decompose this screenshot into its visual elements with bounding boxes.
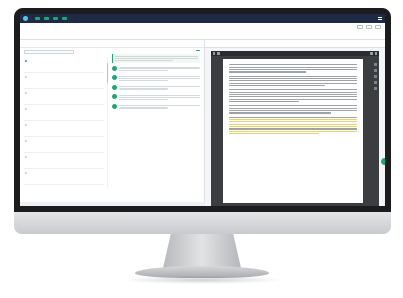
logo-icon[interactable] [23,16,28,21]
nav-item[interactable] [61,17,67,20]
comment-icon [112,93,117,99]
tool-icon[interactable] [374,75,377,78]
status-dot [25,60,28,63]
monitor-chin [14,212,391,234]
document-viewer [211,51,379,206]
page-header [20,23,385,40]
nav-badge [35,17,40,20]
download-icon[interactable] [370,52,373,55]
viewer-bar [211,51,379,56]
list-item[interactable] [24,73,104,89]
status-dot [25,108,28,111]
zoom-icon[interactable] [217,52,220,55]
comment-icon [112,66,117,72]
comment-item[interactable] [112,66,200,72]
scrollbar[interactable] [107,57,109,187]
status-bar [20,202,205,206]
detail-panel [112,50,200,113]
tool-icon[interactable] [374,81,377,84]
status-dot [25,156,28,159]
comment-icon [112,85,117,91]
list-item[interactable] [24,89,104,105]
comment-icon [112,74,117,80]
document-page[interactable] [223,59,363,203]
status-dot [25,92,28,95]
document-viewer-panel [205,40,385,206]
viewer-side-tools [373,63,378,90]
document-list [24,57,104,185]
comment-item[interactable] [112,104,200,110]
tool-icon[interactable] [374,63,377,66]
print-icon[interactable] [374,52,377,55]
nav-badge [44,17,49,20]
monitor-shadow [120,276,284,284]
list-item[interactable] [24,105,104,121]
list-item[interactable] [24,137,104,153]
top-nav-bar [20,14,385,23]
viewer-toolbar [205,40,385,48]
comment-item[interactable] [112,74,200,83]
search-input[interactable] [24,49,74,54]
status-badge [196,50,200,51]
header-button[interactable] [366,25,372,29]
tool-icon[interactable] [374,87,377,90]
highlight-block[interactable] [112,53,200,64]
menu-icon[interactable] [378,17,382,20]
list-item[interactable] [24,153,104,169]
scrollbar-thumb[interactable] [107,63,109,83]
nav-item[interactable] [52,17,58,20]
comment-item[interactable] [112,93,200,102]
tool-icon[interactable] [374,69,377,72]
status-dot [25,140,28,143]
comment-icon [112,104,117,110]
status-dot [25,124,28,127]
add-icon[interactable] [381,158,385,165]
nav-badge [53,17,58,20]
list-item[interactable] [24,57,104,73]
header-button[interactable] [357,25,363,29]
list-item[interactable] [24,169,104,185]
sidebar-toggle-icon[interactable] [213,52,216,55]
status-dot [25,76,28,79]
monitor-stand [163,234,241,268]
header-button[interactable] [375,25,381,29]
nav-item[interactable] [43,17,49,20]
status-dot [25,172,28,175]
screen [20,14,385,206]
nav-badge [62,17,67,20]
left-panel [20,40,205,206]
list-item[interactable] [24,121,104,137]
comment-item[interactable] [112,85,200,91]
tab-bar [20,40,204,48]
nav-item[interactable] [34,17,40,20]
